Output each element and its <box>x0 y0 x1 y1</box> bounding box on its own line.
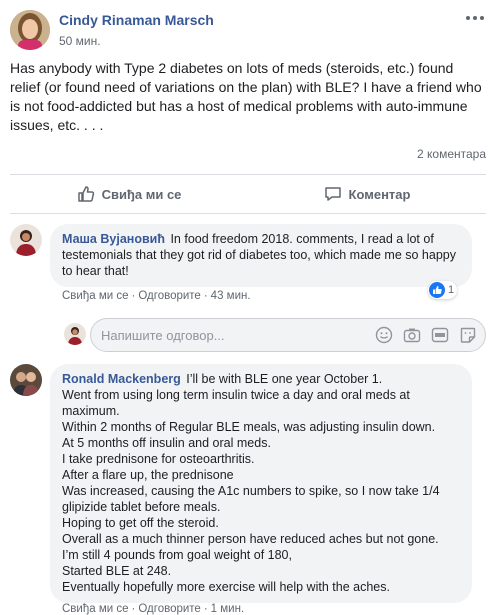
comment-item: Ronald Mackenberg I’ll be with BLE one y… <box>10 364 486 615</box>
comment-actions: Свиђа ми се · Одговорите · 43 мин. <box>62 290 251 302</box>
post-action-bar: Свиђа ми се Коментар <box>10 174 486 214</box>
comment-icon <box>324 187 341 201</box>
current-user-avatar <box>64 323 86 345</box>
comment-bubble: Ronald Mackenberg I’ll be with BLE one y… <box>50 364 472 603</box>
comment-text-line: I take prednisone for osteoarthritis. <box>62 452 255 466</box>
comment-text-line: Eventually hopefully more exercise will … <box>62 580 390 594</box>
comment-text-line: Started BLE at 248. <box>62 564 172 578</box>
reaction-count: 1 <box>448 284 455 296</box>
reply-icon-tray <box>375 326 477 344</box>
camera-icon[interactable] <box>403 326 421 344</box>
comment-text-line: I’m still 4 pounds from goal weight of 1… <box>62 548 292 562</box>
reply-input-wrapper[interactable] <box>90 318 486 352</box>
comment-like-link[interactable]: Свиђа ми се <box>62 290 129 302</box>
post-timestamp[interactable]: 50 мин. <box>59 34 101 48</box>
comment-reply-link[interactable]: Одговорите <box>138 603 200 615</box>
gif-icon[interactable] <box>431 326 449 344</box>
comment-like-link[interactable]: Свиђа ми се <box>62 603 129 615</box>
comment-reply-link[interactable]: Одговорите <box>138 290 200 302</box>
emoji-icon[interactable] <box>375 326 393 344</box>
comment-text-line: At 5 months off insulin and oral meds. <box>62 436 271 450</box>
more-icon[interactable] <box>466 16 486 24</box>
post-text: Has anybody with Type 2 diabetes on lots… <box>10 60 482 133</box>
reply-composer <box>64 318 486 352</box>
comment-label: Коментар <box>348 186 411 202</box>
comment-time[interactable]: 43 мин. <box>211 290 251 302</box>
like-reaction-icon <box>429 282 445 298</box>
comment-text-line: Overall as a much thinner person have re… <box>62 532 439 546</box>
comment-bubble: Маша Вујановић In food freedom 2018. com… <box>50 224 472 287</box>
reply-input[interactable] <box>101 319 351 351</box>
comment-item: Маша Вујановић In food freedom 2018. com… <box>10 224 486 306</box>
like-label: Свиђа ми се <box>101 186 182 202</box>
commenter-name[interactable]: Маша Вујановић <box>62 232 165 246</box>
post-author-name[interactable]: Cindy Rinaman Marsch <box>59 12 214 28</box>
comment-text-line: Was increased, causing the A1c numbers t… <box>62 484 440 514</box>
comment-text-line: Hoping to get off the steroid. <box>62 516 219 530</box>
comment-text-line: Went from using long term insulin twice … <box>62 388 410 418</box>
post-header: Cindy Rinaman Marsch 50 мин. <box>10 10 486 52</box>
sticker-icon[interactable] <box>459 326 477 344</box>
commenter-avatar[interactable] <box>10 364 42 396</box>
comment-actions: Свиђа ми се · Одговорите · 1 мин. <box>62 603 245 615</box>
comment-text-line: Within 2 months of Regular BLE meals, wa… <box>62 420 436 434</box>
like-button[interactable]: Свиђа ми се <box>10 175 248 213</box>
commenter-avatar[interactable] <box>10 224 42 256</box>
reaction-badge[interactable]: 1 <box>428 281 458 299</box>
comment-text-line: After a flare up, the prednisone <box>62 468 234 482</box>
comment-count[interactable]: 2 коментара <box>417 147 486 161</box>
comment-button[interactable]: Коментар <box>248 175 486 213</box>
comment-time[interactable]: 1 мин. <box>211 603 244 615</box>
like-icon <box>77 186 94 202</box>
commenter-name[interactable]: Ronald Mackenberg <box>62 372 181 386</box>
comment-text-line: I’ll be with BLE one year October 1. <box>186 372 383 386</box>
author-avatar[interactable] <box>10 10 50 50</box>
